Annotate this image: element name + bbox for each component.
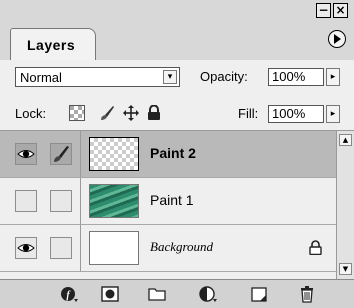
column-divider [80, 178, 81, 224]
lock-transparent-icon[interactable] [69, 105, 85, 121]
fill-input[interactable]: 100% [268, 105, 324, 123]
lock-all-icon[interactable] [146, 105, 162, 121]
layer-mask-icon[interactable] [101, 285, 119, 303]
layer-group-icon[interactable] [148, 285, 166, 303]
eye-icon [17, 244, 35, 252]
lock-position-icon[interactable] [123, 105, 139, 121]
opacity-label: Opacity: [200, 69, 248, 84]
layer-controls: Normal ▾ Opacity: 100% ▸ Lock: Fill: 100… [0, 60, 354, 131]
opacity-input[interactable]: 100% [268, 68, 324, 86]
tab-layers-label: Layers [27, 37, 76, 53]
palette-title-bar[interactable]: − × [0, 0, 354, 22]
brush-link-toggle[interactable] [50, 190, 72, 212]
layer-name[interactable]: Paint 2 [150, 145, 196, 161]
blend-mode-select[interactable]: Normal ▾ [15, 67, 180, 87]
play-arrow-icon [334, 34, 341, 44]
palette-menu-button[interactable] [328, 30, 346, 48]
column-divider [80, 131, 81, 177]
dropdown-arrow-icon[interactable]: ▾ [163, 70, 177, 84]
layer-name[interactable]: Paint 1 [150, 192, 194, 208]
layer-thumbnail[interactable] [89, 231, 139, 265]
layers-palette: − × Layers Normal ▾ Opacity: 100% ▸ Lock… [0, 0, 354, 308]
scroll-up-icon[interactable]: ▲ [339, 134, 352, 146]
layer-row-paint-1[interactable]: Paint 1 [0, 178, 336, 225]
blend-mode-value: Normal [20, 70, 62, 85]
close-button[interactable]: × [333, 3, 348, 18]
fill-slider-arrow-icon[interactable]: ▸ [326, 105, 340, 123]
brush-link-toggle[interactable] [50, 143, 72, 165]
layers-list: Paint 2 Paint 1 Background [0, 131, 336, 279]
new-layer-icon[interactable] [250, 285, 268, 303]
layer-name[interactable]: Background [150, 239, 213, 255]
eye-icon [17, 150, 35, 158]
tab-row: Layers [0, 22, 354, 61]
adjustment-layer-icon[interactable] [199, 285, 217, 303]
layer-thumbnail[interactable] [89, 184, 139, 218]
minimize-button[interactable]: − [316, 3, 331, 18]
vertical-scrollbar[interactable]: ▲ ▼ [336, 131, 354, 279]
lock-image-icon[interactable] [99, 105, 115, 121]
visibility-toggle[interactable] [15, 237, 37, 259]
lock-label: Lock: [15, 106, 47, 121]
layer-thumbnail[interactable] [89, 137, 139, 171]
layer-row-background[interactable]: Background [0, 225, 336, 272]
brush-link-toggle[interactable] [50, 237, 72, 259]
column-divider [80, 225, 81, 271]
layer-row-paint-2[interactable]: Paint 2 [0, 131, 336, 178]
visibility-toggle[interactable] [15, 190, 37, 212]
padlock-icon [309, 240, 322, 255]
visibility-toggle[interactable] [15, 143, 37, 165]
paintbrush-icon [54, 146, 69, 162]
layer-style-icon[interactable]: f [60, 285, 78, 303]
scroll-down-icon[interactable]: ▼ [339, 263, 352, 275]
trash-icon[interactable] [298, 285, 316, 303]
layer-toolbar: f [0, 279, 354, 308]
tab-layers[interactable]: Layers [10, 28, 96, 60]
opacity-slider-arrow-icon[interactable]: ▸ [326, 68, 340, 86]
fill-label: Fill: [238, 106, 259, 121]
